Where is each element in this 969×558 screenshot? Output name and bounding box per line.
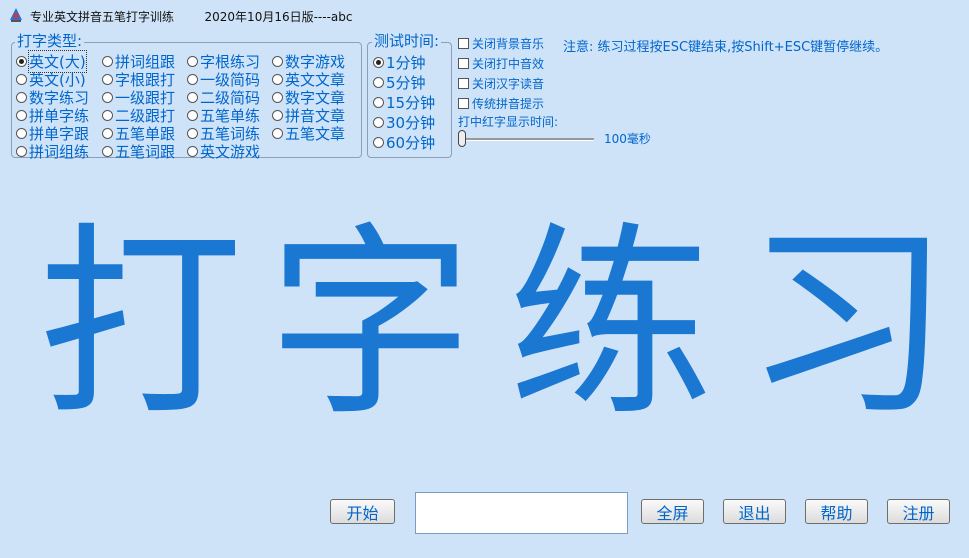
option-checkbox[interactable]: 关闭汉字读音 <box>458 75 544 91</box>
checkbox-box[interactable] <box>458 97 469 109</box>
typing-type-radio[interactable]: 一级跟打 <box>102 88 175 107</box>
typing-type-radio[interactable]: 五笔词跟 <box>102 142 176 161</box>
radio-dot[interactable] <box>187 127 198 139</box>
red-time-slider[interactable] <box>458 128 598 150</box>
exit-button[interactable]: 退出 <box>723 499 786 524</box>
radio-dot[interactable] <box>272 91 283 103</box>
radio-dot[interactable] <box>16 145 27 157</box>
radio-dot[interactable] <box>102 109 113 121</box>
practice-char: 习 <box>745 206 950 444</box>
radio-label: 15分钟 <box>386 93 436 112</box>
radio-dot[interactable] <box>187 73 198 85</box>
radio-dot[interactable] <box>102 73 113 85</box>
radio-dot[interactable] <box>373 96 384 108</box>
option-checkbox[interactable]: 关闭背景音乐 <box>458 35 544 51</box>
typing-type-radio[interactable]: 二级简码 <box>187 88 260 107</box>
register-button[interactable]: 注册 <box>887 499 950 524</box>
radio-dot[interactable] <box>102 127 113 139</box>
typing-type-radio[interactable]: 字根练习 <box>187 52 260 71</box>
app-icon <box>10 8 22 22</box>
practice-char: 练 <box>508 206 713 444</box>
radio-dot[interactable] <box>272 109 283 121</box>
checkbox-label: 关闭背景音乐 <box>472 36 545 51</box>
start-button[interactable]: 开始 <box>330 499 395 524</box>
radio-dot[interactable] <box>272 73 283 85</box>
radio-label: 30分钟 <box>386 113 436 132</box>
radio-dot[interactable] <box>373 76 384 88</box>
slider-track <box>460 138 594 141</box>
radio-dot[interactable] <box>187 55 198 67</box>
typing-type-radio[interactable]: 英文(小) <box>16 70 86 89</box>
radio-dot[interactable] <box>102 55 113 67</box>
test-time-legend: 测试时间: <box>372 32 442 50</box>
test-time-radio[interactable]: 1分钟 <box>373 53 426 72</box>
radio-dot[interactable] <box>373 56 384 68</box>
typing-type-radio[interactable]: 拼单字跟 <box>16 124 89 143</box>
practice-char: 打 <box>38 206 243 444</box>
typing-type-radio[interactable]: 数字游戏 <box>272 52 345 71</box>
typing-type-radio[interactable]: 五笔文章 <box>272 124 346 143</box>
help-button[interactable]: 帮助 <box>805 499 868 524</box>
typing-input[interactable] <box>415 492 628 534</box>
radio-dot[interactable] <box>187 109 198 121</box>
radio-dot[interactable] <box>272 127 283 139</box>
practice-display: 打 字 练 习 <box>0 210 969 440</box>
test-time-radio[interactable]: 30分钟 <box>373 113 436 132</box>
radio-label: 拼词组练 <box>29 142 90 161</box>
red-time-value: 100毫秒 <box>604 132 651 146</box>
radio-dot[interactable] <box>102 145 113 157</box>
radio-dot[interactable] <box>102 91 113 103</box>
title-bar: 专业英文拼音五笔打字训练 2020年10月16日版----abc <box>0 0 969 30</box>
radio-dot[interactable] <box>187 91 198 103</box>
radio-dot[interactable] <box>272 55 283 67</box>
test-time-radio[interactable]: 15分钟 <box>373 93 436 112</box>
radio-label: 1分钟 <box>386 53 426 72</box>
fullscreen-button[interactable]: 全屏 <box>641 499 704 524</box>
radio-dot[interactable] <box>373 116 384 128</box>
radio-label: 五笔文章 <box>285 124 346 143</box>
typing-type-radio[interactable]: 字根跟打 <box>102 70 175 89</box>
test-time-radio[interactable]: 5分钟 <box>373 73 426 92</box>
radio-label: 5分钟 <box>386 73 426 92</box>
typing-type-radio[interactable]: 数字文章 <box>272 88 345 107</box>
typing-type-legend: 打字类型: <box>15 32 85 50</box>
slider-thumb[interactable] <box>458 130 466 147</box>
esc-note: 注意: 练习过程按ESC键结束,按Shift+ESC键暂停继续。 <box>563 40 889 55</box>
checkbox-box[interactable] <box>458 37 469 49</box>
typing-type-radio[interactable]: 英文(大) <box>16 49 87 73</box>
checkbox-label: 关闭打中音效 <box>472 56 545 71</box>
window-title: 专业英文拼音五笔打字训练 2020年10月16日版----abc <box>30 10 353 24</box>
checkbox-box[interactable] <box>458 77 469 89</box>
typing-type-radio[interactable]: 拼词组练 <box>16 142 90 161</box>
typing-type-radio[interactable]: 拼词组跟 <box>102 52 175 71</box>
radio-label: 英文游戏 <box>200 142 261 161</box>
checkbox-label: 关闭汉字读音 <box>472 76 545 91</box>
radio-dot[interactable] <box>16 109 27 121</box>
typing-type-radio[interactable]: 五笔单练 <box>187 106 260 125</box>
option-checkbox[interactable]: 关闭打中音效 <box>458 55 544 71</box>
typing-type-radio[interactable]: 英文游戏 <box>187 142 261 161</box>
radio-dot[interactable] <box>16 55 27 67</box>
typing-type-radio[interactable]: 数字练习 <box>16 88 89 107</box>
test-time-radio[interactable]: 60分钟 <box>373 133 436 152</box>
radio-label: 五笔词跟 <box>115 142 176 161</box>
practice-char: 字 <box>268 206 473 444</box>
option-checkbox[interactable]: 传统拼音提示 <box>458 95 544 111</box>
checkbox-box[interactable] <box>458 57 469 69</box>
typing-type-radio[interactable]: 一级简码 <box>187 70 260 89</box>
radio-dot[interactable] <box>16 127 27 139</box>
radio-label: 60分钟 <box>386 133 436 152</box>
typing-type-radio[interactable]: 二级跟打 <box>102 106 175 125</box>
radio-dot[interactable] <box>16 91 27 103</box>
typing-type-radio[interactable]: 五笔单跟 <box>102 124 175 143</box>
radio-dot[interactable] <box>187 145 198 157</box>
typing-type-radio[interactable]: 拼音文章 <box>272 106 345 125</box>
radio-dot[interactable] <box>16 73 27 85</box>
checkbox-label: 传统拼音提示 <box>472 96 545 111</box>
typing-type-radio[interactable]: 英文文章 <box>272 70 345 89</box>
radio-dot[interactable] <box>373 136 384 148</box>
typing-type-radio[interactable]: 五笔词练 <box>187 124 260 143</box>
typing-type-radio[interactable]: 拼单字练 <box>16 106 89 125</box>
